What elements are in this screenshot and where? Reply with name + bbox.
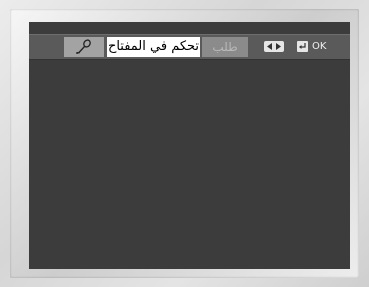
ok-hint-label: OK — [312, 41, 327, 52]
menu-item-request[interactable]: طلب — [202, 37, 248, 57]
microphone-button[interactable] — [64, 37, 104, 57]
menu-item-key-control[interactable]: تحكم في المفتاح — [107, 37, 200, 57]
enter-icon — [297, 41, 308, 52]
left-right-arrows-icon — [264, 41, 284, 52]
microphone-icon — [75, 39, 91, 54]
